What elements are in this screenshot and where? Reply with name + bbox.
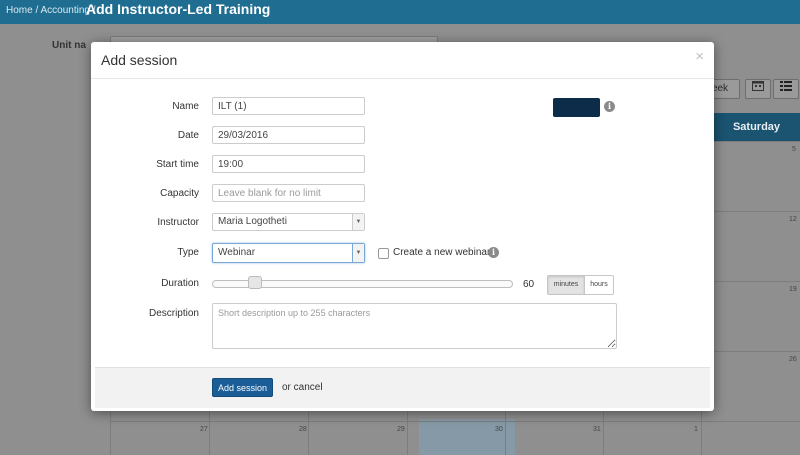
modal-header: Add session × <box>91 42 714 79</box>
name-label: Name <box>172 101 199 112</box>
duration-slider-handle[interactable] <box>248 276 262 289</box>
modal-title: Add session <box>101 52 178 68</box>
type-label: Type <box>177 247 199 258</box>
capacity-input[interactable] <box>212 184 365 202</box>
duration-value: 60 <box>523 279 535 290</box>
add-session-button[interactable]: Add session <box>212 378 273 397</box>
type-value: Webinar <box>218 247 256 258</box>
list-view-button[interactable] <box>773 79 799 99</box>
calendar-day-number: 12 <box>789 216 797 223</box>
calendar-day-number: 30 <box>495 426 503 433</box>
duration-unit-toggle: minutes hours <box>547 275 614 295</box>
description-label: Description <box>148 308 199 319</box>
calendar-day-number: 27 <box>200 426 208 433</box>
start-time-input[interactable] <box>212 155 365 173</box>
calendar-day-number: 28 <box>299 426 307 433</box>
date-label: Date <box>177 130 199 141</box>
date-input[interactable] <box>212 126 365 144</box>
calendar-view-button[interactable] <box>745 79 771 99</box>
instructor-select[interactable]: Maria Logotheti ▼ <box>212 213 365 231</box>
instructor-label: Instructor <box>157 217 199 228</box>
calendar-day-number: 26 <box>789 356 797 363</box>
top-bar: Home / Accounting / Add Instructor-Led T… <box>0 0 800 24</box>
breadcrumb: Home / Accounting / <box>6 5 96 16</box>
start-time-label: Start time <box>156 159 199 170</box>
duration-label: Duration <box>161 278 199 289</box>
capacity-label: Capacity <box>160 188 199 199</box>
calendar-day-number: 29 <box>397 426 405 433</box>
calendar-icon <box>752 81 764 91</box>
calendar-header-saturday: Saturday <box>713 113 800 141</box>
calendar-day-number: 5 <box>792 146 796 153</box>
page-title: Add Instructor-Led Training <box>86 1 271 17</box>
info-icon[interactable]: i <box>488 247 499 258</box>
minutes-button[interactable]: minutes <box>548 276 585 294</box>
session-color-picker[interactable] <box>553 98 600 117</box>
calendar-day-number: 31 <box>593 426 601 433</box>
info-icon[interactable]: i <box>604 101 615 112</box>
type-select[interactable]: Webinar ▼ <box>212 243 365 263</box>
breadcrumb-accounting[interactable]: Accounting <box>40 5 89 16</box>
breadcrumb-home[interactable]: Home <box>6 5 33 16</box>
calendar-today-cell <box>419 419 515 455</box>
chevron-down-icon: ▼ <box>352 214 364 230</box>
description-textarea[interactable] <box>212 303 617 349</box>
name-input[interactable] <box>212 97 365 115</box>
add-session-modal: Add session × Name Date Start time Capac… <box>91 42 714 411</box>
calendar-day-number: 1 <box>694 426 698 433</box>
close-icon[interactable]: × <box>695 48 704 65</box>
create-webinar-label[interactable]: Create a new webinar <box>393 247 490 258</box>
create-webinar-checkbox[interactable] <box>378 248 389 259</box>
chevron-down-icon: ▼ <box>352 244 364 262</box>
list-icon <box>780 81 792 91</box>
unit-name-label: Unit na <box>52 40 86 51</box>
modal-footer: Add session or cancel <box>95 367 710 408</box>
instructor-value: Maria Logotheti <box>218 216 287 227</box>
calendar-day-number: 19 <box>789 286 797 293</box>
cancel-link[interactable]: or cancel <box>282 382 323 393</box>
hours-button[interactable]: hours <box>585 276 613 294</box>
